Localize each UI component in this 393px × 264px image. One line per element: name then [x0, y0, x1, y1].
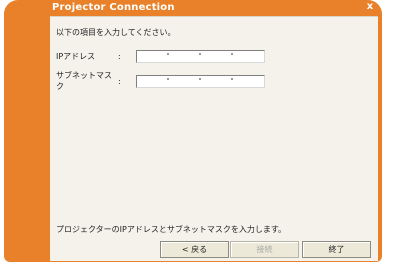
footer-help-text: プロジェクターのIPアドレスとサブネットマスクを入力します。: [56, 225, 287, 234]
connect-button[interactable]: 接続: [230, 241, 299, 258]
ip-address-input[interactable]: [136, 50, 265, 63]
subnet-mask-row: サブネットマスク :: [56, 70, 265, 92]
content-panel: 以下の項目を入力してください。 IPアドレス : サブネットマスク : プロジェ…: [50, 16, 378, 261]
mask-colon: :: [118, 76, 121, 86]
ip-colon: :: [118, 52, 121, 61]
mask-dot-3: [231, 77, 233, 80]
ip-address-row: IPアドレス :: [56, 50, 265, 63]
close-icon[interactable]: x: [364, 1, 376, 13]
instruction-text: 以下の項目を入力してください。: [56, 28, 176, 37]
exit-button[interactable]: 終了: [302, 241, 371, 258]
ip-address-label: IPアドレス: [56, 52, 96, 61]
dialog-window: Projector Connection x 以下の項目を入力してください。 I…: [4, 0, 382, 262]
back-button[interactable]: < 戻る: [160, 241, 229, 258]
ip-dot-3: [231, 53, 233, 55]
mask-dot-2: [199, 77, 201, 80]
window-title: Projector Connection: [52, 2, 175, 13]
ip-dot-1: [167, 53, 169, 55]
ip-dot-2: [199, 53, 201, 55]
subnet-mask-label: サブネットマスク: [56, 71, 112, 91]
mask-dot-1: [167, 77, 169, 80]
subnet-mask-input[interactable]: [136, 74, 265, 88]
title-bar[interactable]: Projector Connection x: [4, 0, 382, 16]
